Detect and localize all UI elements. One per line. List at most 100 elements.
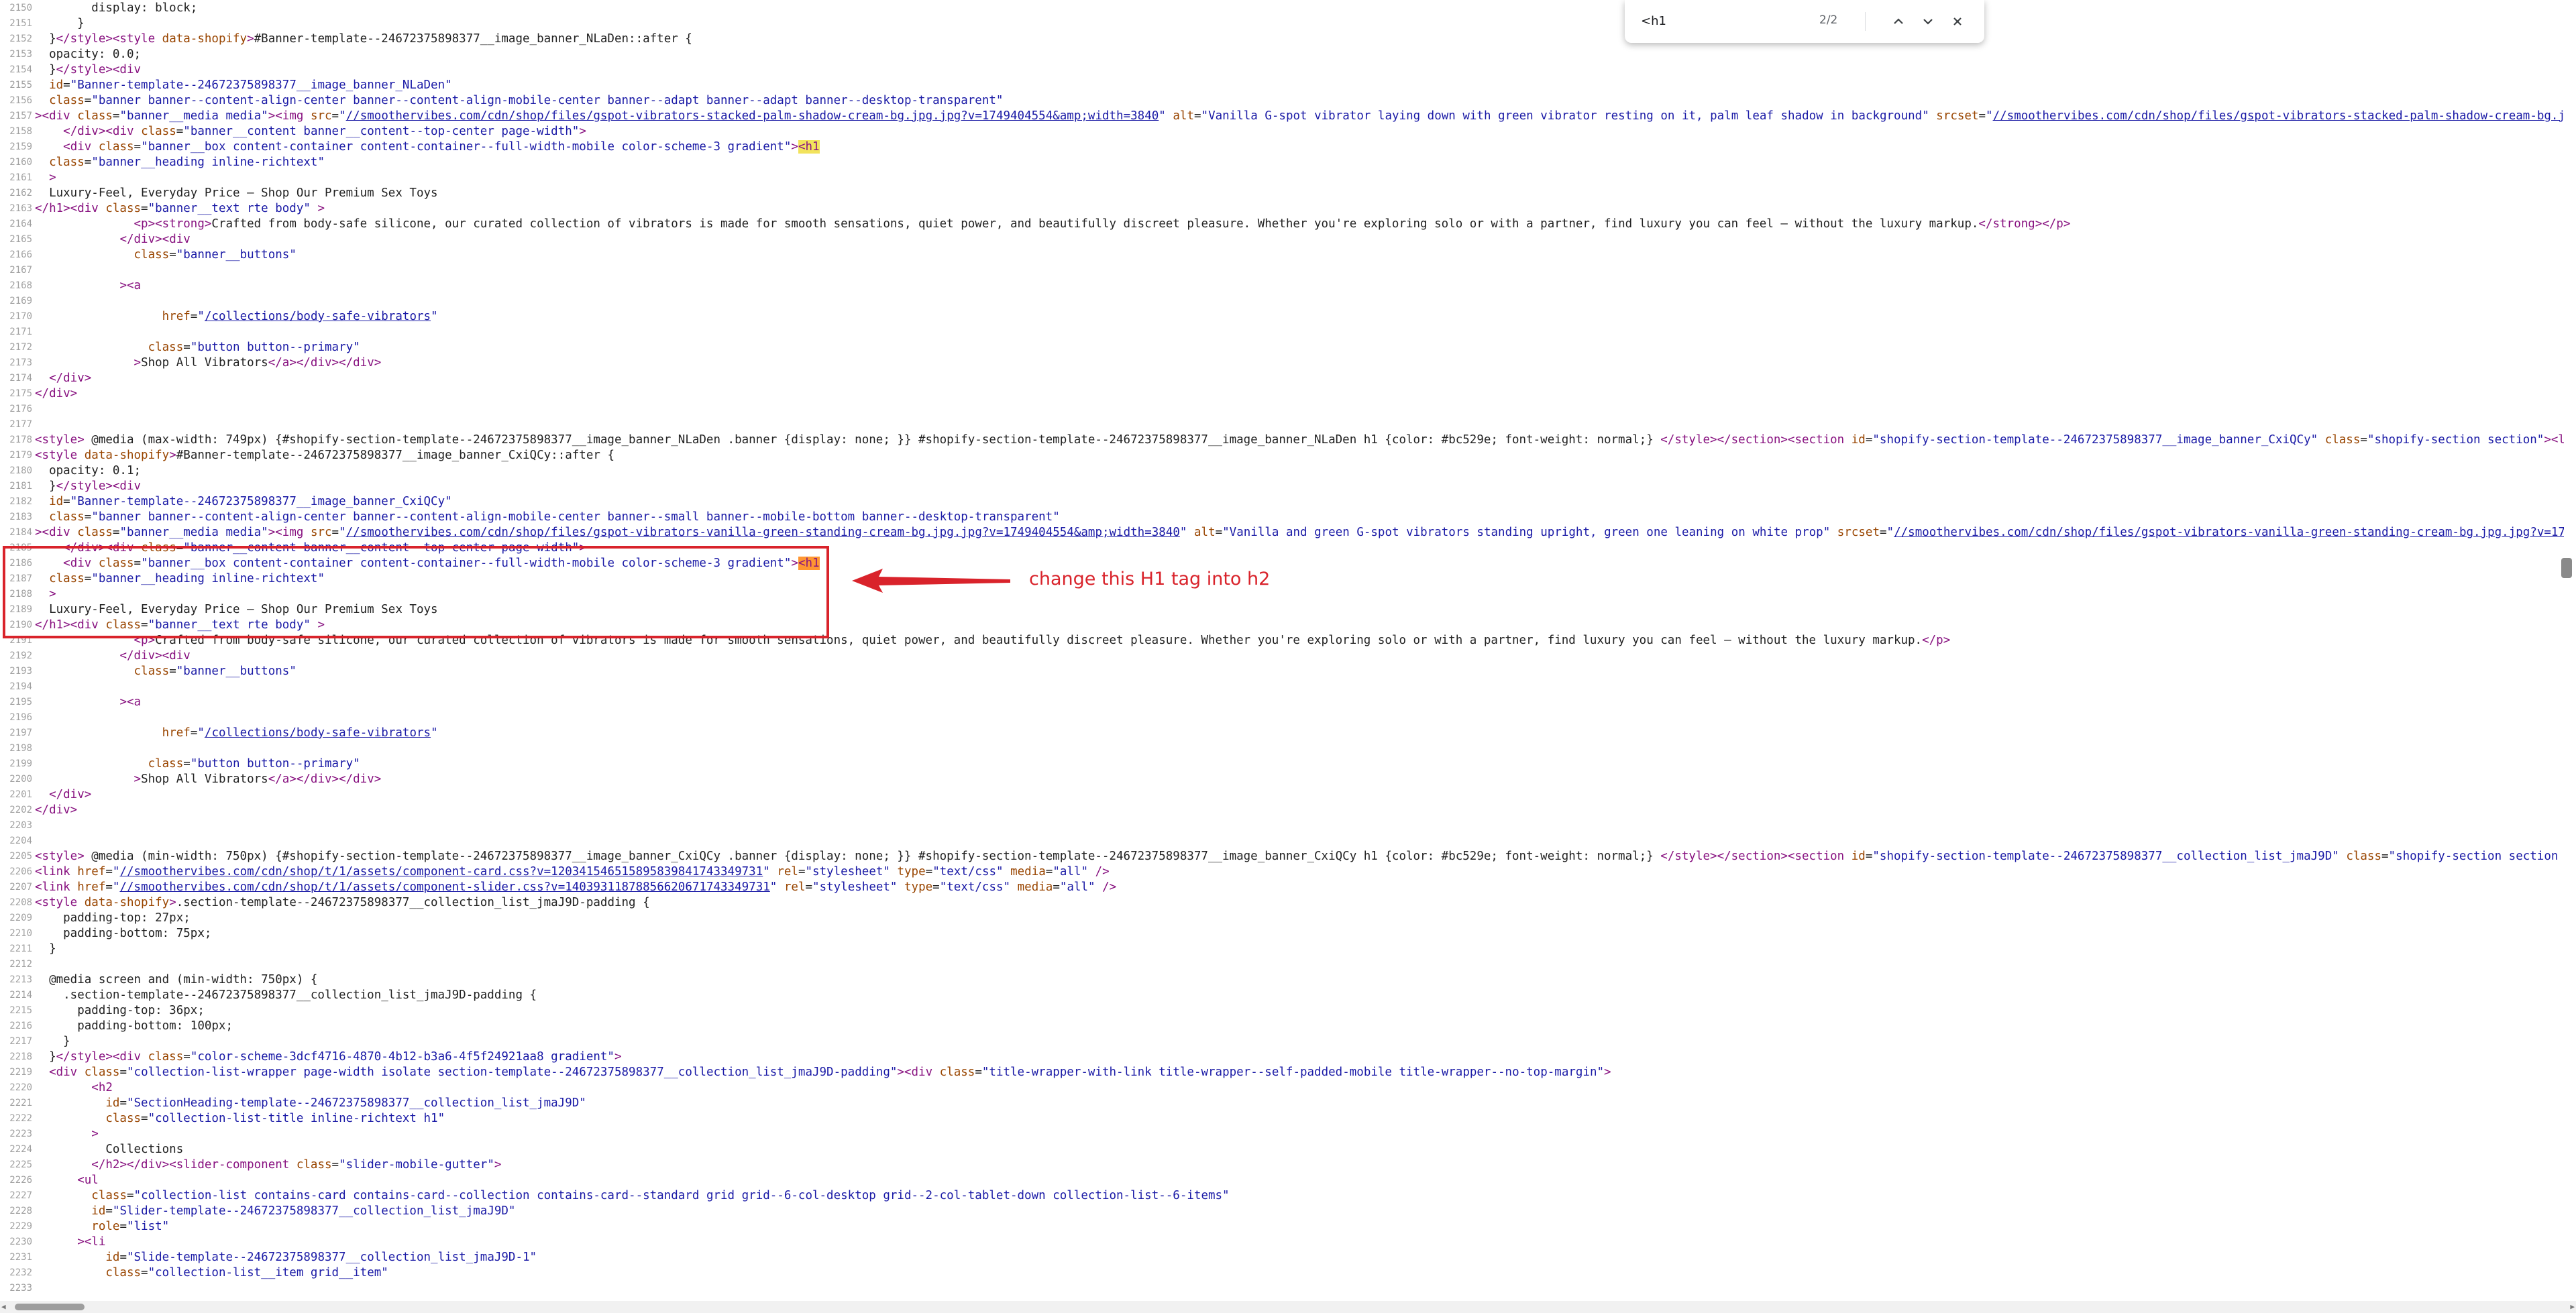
code-line: [35, 1281, 42, 1296]
code-line: <style data-shopify>.section-template--2…: [35, 895, 650, 911]
line-number: 2218: [9, 1051, 32, 1062]
line-number: 2157: [9, 111, 32, 121]
code-attr-name: class: [133, 665, 170, 678]
code-tag: ><div: [897, 1066, 940, 1079]
line-number: 2201: [9, 789, 32, 800]
code-text: }: [35, 1035, 70, 1048]
line-number: 2161: [9, 172, 32, 183]
code-tag: </div>: [35, 387, 78, 400]
line-number: 2170: [9, 311, 32, 322]
code-text: =: [2381, 850, 2389, 863]
line-number: 2159: [9, 141, 32, 152]
code-line: </h2></div><slider-component class="slid…: [35, 1157, 501, 1173]
line-number: 2176: [9, 404, 32, 414]
code-text: =: [105, 865, 113, 878]
code-link[interactable]: /collections/body-safe-vibrators: [205, 310, 431, 323]
code-line: id="Slider-template--24672375898377__col…: [35, 1204, 515, 1219]
code-tag: >: [247, 32, 254, 46]
source-code[interactable]: display: block; } }</style><style data-s…: [35, 0, 2576, 1301]
line-number: 2183: [9, 512, 32, 522]
code-tag: >: [169, 449, 176, 462]
code-line: </div><div: [35, 232, 191, 247]
line-number: 2219: [9, 1067, 32, 1078]
code-attr-name: srcset: [1936, 109, 1979, 123]
code-line: ><div class="banner__media media"><img s…: [35, 109, 2564, 124]
find-previous-button[interactable]: [1886, 9, 1911, 34]
find-bar: 2/2: [1625, 0, 1984, 43]
code-link[interactable]: //smoothervibes.com/cdn/shop/files/gspot…: [1894, 526, 2564, 539]
code-tag: >: [169, 896, 176, 909]
code-link[interactable]: //smoothervibes.com/cdn/shop/files/gspot…: [1993, 109, 2564, 123]
code-link[interactable]: /collections/body-safe-vibrators: [205, 726, 431, 740]
code-attr-name: rel: [784, 880, 806, 894]
code-attr-value: "color-scheme-3dcf4716-4870-4b12-b3a6-4f…: [190, 1050, 614, 1064]
code-link[interactable]: //smoothervibes.com/cdn/shop/t/1/assets/…: [119, 880, 769, 894]
code-attr-value: "collection-list__item grid__item": [148, 1266, 388, 1279]
code-tag: <link: [35, 865, 78, 878]
line-number: 2228: [9, 1206, 32, 1216]
code-attr-name: id: [1851, 433, 1866, 447]
code-text: =: [798, 865, 806, 878]
code-tag: <div: [49, 1066, 85, 1079]
find-close-button[interactable]: [1945, 9, 1970, 34]
code-attr-value: "banner__media media": [119, 109, 268, 123]
vertical-scroll-marker[interactable]: [2561, 558, 2572, 578]
code-tag: ><div: [35, 109, 78, 123]
code-tag: </strong></p>: [1978, 217, 2071, 231]
code-line: <div class="banner__box content-containe…: [35, 139, 820, 155]
code-text: =: [1045, 865, 1053, 878]
code-line: </div><div: [35, 648, 190, 664]
code-attr-value: "shopify-section section": [2367, 433, 2544, 447]
code-text: =: [63, 495, 70, 508]
code-link[interactable]: //smoothervibes.com/cdn/shop/t/1/assets/…: [119, 865, 763, 878]
line-number: 2180: [9, 465, 32, 476]
code-text: padding-top: 36px;: [35, 1004, 205, 1017]
horizontal-scroll-thumb[interactable]: [15, 1304, 85, 1310]
find-input[interactable]: [1641, 9, 1788, 32]
annotation-text: change this H1 tag into h2: [1029, 569, 1271, 589]
line-number: 2193: [9, 666, 32, 677]
code-attr-value: "stylesheet": [812, 880, 898, 894]
code-line: }: [35, 941, 56, 957]
code-attr-name: media: [1017, 880, 1053, 894]
code-link[interactable]: //smoothervibes.com/cdn/shop/files/gspot…: [346, 109, 1159, 123]
code-text: =: [331, 109, 339, 123]
line-number: 2222: [9, 1113, 32, 1124]
code-attr-name: data-shopify: [84, 896, 170, 909]
code-attr-value: "Slide-template--24672375898377__collect…: [126, 1251, 537, 1264]
code-line: </div><div class="banner__content banner…: [35, 124, 586, 139]
code-text: =: [932, 880, 940, 894]
code-attr-value: ": [112, 880, 120, 894]
code-tag: </div><div: [119, 233, 191, 246]
scroll-right-icon[interactable]: ▶: [2567, 1302, 2575, 1312]
line-number: 2224: [9, 1144, 32, 1155]
source-viewer[interactable]: 2150 2151 2152 2153 2154 2155 2156 2157 2158 2159…: [0, 0, 2576, 1301]
line-number: 2231: [9, 1252, 32, 1263]
find-next-button[interactable]: [1916, 9, 1940, 34]
code-link[interactable]: //smoothervibes.com/cdn/shop/files/gspot…: [346, 526, 1180, 539]
code-attr-name: class: [91, 1189, 127, 1202]
code-text: =: [105, 1204, 113, 1218]
code-tag: />: [1102, 880, 1117, 894]
scroll-left-icon[interactable]: ◀: [1, 1302, 9, 1312]
code-line: Luxury-Feel, Everyday Price — Shop Our P…: [35, 186, 437, 201]
code-text: .section-template--24672375898377__colle…: [35, 988, 537, 1002]
line-number: 2152: [9, 34, 32, 44]
annotation-arrow-icon: [852, 569, 1010, 593]
line-number: 2202: [9, 805, 32, 815]
horizontal-scrollbar[interactable]: ◀ ▶: [0, 1301, 2576, 1313]
line-number: 2197: [9, 728, 32, 738]
code-tag: ><li: [77, 1235, 106, 1249]
code-attr-name: class: [148, 1050, 184, 1064]
code-attr-value: "slider-mobile-gutter": [339, 1158, 494, 1172]
